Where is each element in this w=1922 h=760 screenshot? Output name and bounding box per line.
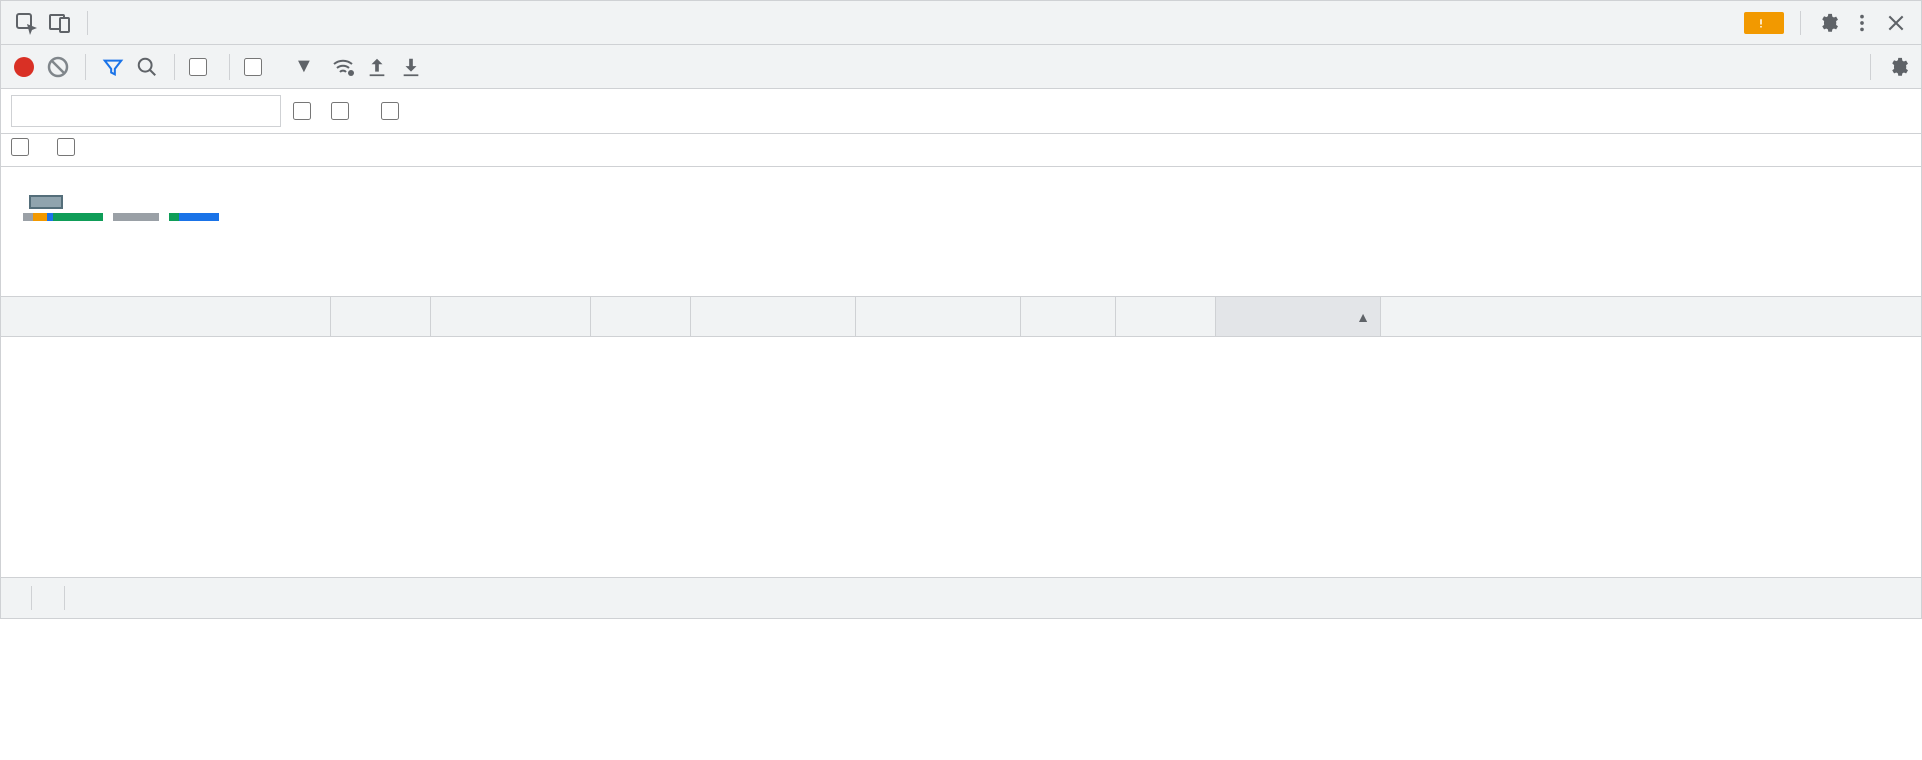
separator bbox=[174, 54, 175, 80]
separator bbox=[85, 54, 86, 80]
timeline-overview[interactable] bbox=[1, 167, 1921, 297]
record-button[interactable] bbox=[11, 54, 37, 80]
chevron-down-icon: ▼ bbox=[294, 55, 314, 78]
request-table-header: ▲ bbox=[1, 297, 1921, 337]
invert-checkbox[interactable] bbox=[293, 102, 319, 120]
col-waterfall[interactable]: ▲ bbox=[1216, 297, 1381, 336]
filter-bar-2 bbox=[1, 134, 1921, 167]
network-settings-icon[interactable] bbox=[1885, 54, 1911, 80]
close-icon[interactable] bbox=[1879, 6, 1913, 40]
col-spacer bbox=[1381, 297, 1921, 336]
device-toggle-icon[interactable] bbox=[43, 6, 77, 40]
third-party-checkbox[interactable] bbox=[57, 138, 83, 156]
blocked-requests-checkbox[interactable] bbox=[11, 138, 37, 156]
hide-data-urls-checkbox[interactable] bbox=[331, 102, 357, 120]
search-icon[interactable] bbox=[134, 54, 160, 80]
status-bar bbox=[1, 578, 1921, 618]
separator bbox=[1800, 11, 1801, 35]
col-type[interactable] bbox=[591, 297, 691, 336]
throttling-select[interactable]: ▼ bbox=[278, 55, 322, 78]
kebab-menu-icon[interactable] bbox=[1845, 6, 1879, 40]
network-conditions-icon[interactable] bbox=[330, 54, 356, 80]
col-status[interactable] bbox=[331, 297, 431, 336]
sort-indicator-icon: ▲ bbox=[1356, 309, 1370, 325]
more-tabs-icon[interactable] bbox=[98, 6, 132, 40]
col-name[interactable] bbox=[1, 297, 331, 336]
col-size[interactable] bbox=[1021, 297, 1116, 336]
upload-har-icon[interactable] bbox=[364, 54, 390, 80]
filter-bar bbox=[1, 89, 1921, 134]
overview-bars bbox=[23, 213, 219, 223]
has-blocked-cookies-checkbox[interactable] bbox=[381, 102, 407, 120]
issues-badge[interactable] bbox=[1744, 12, 1784, 34]
preserve-log-checkbox[interactable] bbox=[189, 58, 215, 76]
separator bbox=[1870, 54, 1871, 80]
disable-cache-checkbox[interactable] bbox=[244, 58, 270, 76]
download-har-icon[interactable] bbox=[398, 54, 424, 80]
settings-icon[interactable] bbox=[1811, 6, 1845, 40]
col-time[interactable] bbox=[1116, 297, 1216, 336]
separator bbox=[229, 54, 230, 80]
separator bbox=[64, 586, 65, 610]
filter-icon[interactable] bbox=[100, 54, 126, 80]
col-initiator[interactable] bbox=[691, 297, 856, 336]
separator bbox=[31, 586, 32, 610]
request-table: ▲ bbox=[1, 297, 1921, 578]
inspect-icon[interactable] bbox=[9, 6, 43, 40]
separator bbox=[87, 11, 88, 35]
overview-selection[interactable] bbox=[29, 195, 63, 209]
devtools-tabstrip bbox=[1, 1, 1921, 45]
col-remote[interactable] bbox=[431, 297, 591, 336]
network-toolbar: ▼ bbox=[1, 45, 1921, 89]
col-initiator-addr[interactable] bbox=[856, 297, 1021, 336]
clear-button[interactable] bbox=[45, 54, 71, 80]
filter-input[interactable] bbox=[11, 95, 281, 127]
